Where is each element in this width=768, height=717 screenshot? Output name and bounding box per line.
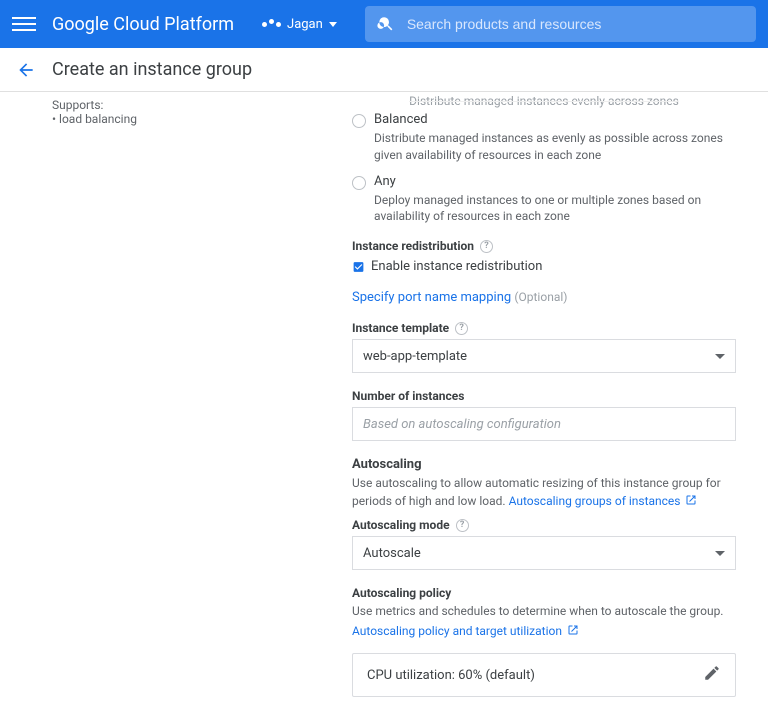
port-mapping-row: Specify port name mapping (Optional) [352,290,736,305]
cpu-policy-card[interactable]: CPU utilization: 60% (default) [352,653,736,697]
content: Supports: • load balancing Distribute ma… [0,92,768,717]
autoscaling-policy-desc: Use metrics and schedules to determine w… [352,602,736,620]
autoscaling-policy-label: Autoscaling policy [352,586,736,600]
enable-redistribution-checkbox[interactable]: Enable instance redistribution [352,259,736,274]
project-dots-icon [262,22,281,27]
radio-balanced[interactable]: Balanced [352,112,736,128]
sub-header: Create an instance group [0,48,768,92]
external-link-icon [685,494,697,506]
num-instances-input[interactable]: Based on autoscaling configuration [352,407,736,441]
instance-template-select[interactable]: web-app-template [352,339,736,373]
back-arrow-icon[interactable] [16,60,36,80]
external-link-icon [567,624,579,636]
num-instances-label: Number of instances [352,389,736,403]
truncated-desc: Distribute managed instances evenly acro… [352,94,736,108]
dropdown-icon [715,354,725,359]
search-bar[interactable] [365,6,756,42]
instance-redistribution-label: Instance redistribution ? [352,239,736,253]
page-title: Create an instance group [52,59,252,80]
edit-icon[interactable] [703,664,721,686]
autoscaling-mode-select[interactable]: Autoscale [352,536,736,570]
autoscaling-policy-link[interactable]: Autoscaling policy and target utilizatio… [352,624,579,638]
autoscaling-policy-link-row: Autoscaling policy and target utilizatio… [352,624,736,639]
help-icon[interactable]: ? [455,322,468,335]
help-icon[interactable]: ? [456,519,469,532]
radio-icon [352,114,366,128]
port-mapping-link[interactable]: Specify port name mapping [352,290,511,305]
search-icon [377,15,395,33]
chevron-down-icon [329,22,337,27]
autoscaling-heading: Autoscaling [352,457,736,472]
autoscaling-link[interactable]: Autoscaling groups of instances [509,494,698,508]
form-column: Distribute managed instances evenly acro… [340,92,760,717]
instance-template-label: Instance template ? [352,321,736,335]
menu-icon[interactable] [12,12,36,36]
help-icon[interactable]: ? [480,240,493,253]
supports-label: Supports: [52,98,324,112]
radio-icon [352,176,366,190]
supports-item: • load balancing [52,112,324,126]
autoscaling-mode-label: Autoscaling mode ? [352,518,736,532]
top-bar: Google Cloud Platform Jagan [0,0,768,48]
checkbox-checked-icon [352,260,365,273]
autoscaling-desc: Use autoscaling to allow automatic resiz… [352,474,736,510]
search-input[interactable] [407,16,744,32]
dropdown-icon [715,551,725,556]
project-name: Jagan [287,17,323,32]
project-selector[interactable]: Jagan [262,17,337,32]
brand-title: Google Cloud Platform [52,14,234,35]
radio-any[interactable]: Any [352,174,736,190]
radio-any-desc: Deploy managed instances to one or multi… [374,192,736,226]
radio-balanced-desc: Distribute managed instances as evenly a… [374,130,736,164]
left-column: Supports: • load balancing [0,92,340,717]
